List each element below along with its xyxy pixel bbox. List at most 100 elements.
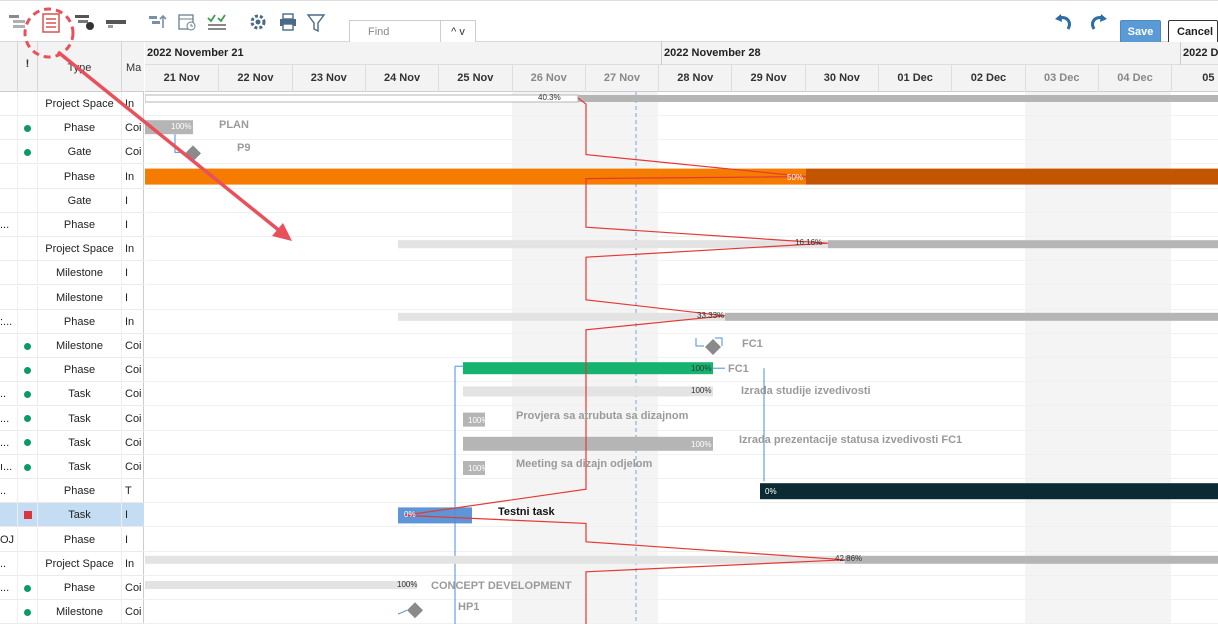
gear-icon[interactable]: [248, 12, 268, 32]
milestone-diamond-fc1[interactable]: [705, 339, 721, 355]
project-bar-3[interactable]: [145, 555, 845, 564]
status-late-icon: [23, 511, 32, 520]
grid-row[interactable]: Task I: [0, 503, 144, 528]
project-bar[interactable]: [145, 94, 579, 103]
grid-cell-maturity: Coi: [125, 606, 142, 619]
grid-cell-name: [0, 116, 18, 141]
bar-percent: 16.16%: [795, 238, 823, 248]
day-label: 24 Nov: [364, 65, 438, 92]
milestone-label-fc1: FC1: [742, 338, 763, 350]
grid-row[interactable]: ı... Task Coi: [0, 455, 144, 479]
status-complete-icon: [24, 439, 31, 447]
grid-row[interactable]: Phase In: [0, 164, 144, 189]
grid-cell-maturity: Coi: [125, 582, 142, 594]
filter-icon[interactable]: [306, 12, 326, 33]
gantt-chart-area[interactable]: 40.3% 100% PLAN P9 50% 16.16% 33.33% FC1 100% FC1…: [145, 92, 1218, 624]
phase-bar-3[interactable]: [398, 312, 725, 321]
grid-cell-maturity: In: [125, 170, 135, 183]
project-bar-2-remaining[interactable]: [828, 240, 1218, 249]
day-label: 23 Nov: [291, 65, 365, 92]
phase-bar-3-remaining[interactable]: [725, 312, 1218, 321]
grid-row[interactable]: Gate Coi: [0, 140, 144, 165]
grid-cell-status: [18, 261, 38, 286]
grid-row[interactable]: Milestone Coi: [0, 600, 144, 624]
grid-row[interactable]: Project Space In: [0, 237, 144, 262]
day-label: 03 Dec: [1024, 65, 1098, 92]
grid-header-flag[interactable]: !: [18, 42, 38, 92]
week-label: 2022 November 21: [147, 47, 244, 59]
bar-percent: 50%: [787, 172, 804, 182]
grid-row[interactable]: .. Project Space In: [0, 551, 144, 576]
grid-cell-name: [0, 188, 18, 213]
day-label: 05: [1171, 65, 1218, 92]
baseline-check-icon[interactable]: [206, 12, 226, 32]
grid-cell-maturity: Coi: [125, 436, 142, 449]
grid-row[interactable]: ... Task Coi: [0, 406, 144, 431]
grid-row[interactable]: Project Space In: [0, 92, 144, 116]
grid-cell-type: Milestone: [38, 285, 122, 310]
task-label-testni: Testni task: [498, 506, 555, 519]
timeline-weeks-header: 2022 November 21 2022 November 28 2022 D: [145, 42, 1218, 65]
phase-bar-concept[interactable]: [145, 581, 417, 589]
grid-cell-name: [0, 237, 18, 262]
status-complete-icon: [24, 390, 31, 398]
printer-icon[interactable]: [278, 12, 298, 32]
grid-header-maturity[interactable]: Ma: [122, 42, 144, 92]
phase-bar-dark[interactable]: [760, 483, 1218, 500]
redo-icon[interactable]: [1087, 14, 1107, 34]
grid-row[interactable]: Phase Coi: [0, 116, 144, 141]
calendar-clock-icon[interactable]: [177, 12, 197, 32]
grid-row[interactable]: OJ Phase I: [0, 527, 144, 552]
grid-cell-type: Project Space: [38, 92, 122, 116]
grid-cell-maturity: I: [125, 194, 129, 207]
find-input[interactable]: [349, 20, 441, 44]
phase-bar-green[interactable]: [463, 362, 713, 375]
grid-cell-name: ..: [0, 551, 18, 576]
glasses-view-icon[interactable]: [74, 12, 94, 32]
grid-row[interactable]: ... Task Coi: [0, 430, 144, 455]
grid-row[interactable]: Milestone Coi: [0, 334, 144, 358]
phase-bar-orange-remaining[interactable]: [806, 168, 1218, 185]
grid-row[interactable]: ... Phase Coi: [0, 576, 144, 600]
day-label: 30 Nov: [804, 65, 878, 92]
day-label: 02 Dec: [951, 65, 1024, 92]
undo-icon[interactable]: [1053, 14, 1073, 34]
grid-row[interactable]: :... Phase In: [0, 309, 144, 334]
task-bar-prezentacija[interactable]: [463, 436, 713, 451]
grid-row[interactable]: ... Phase I: [0, 213, 144, 237]
gate-label-p9: P9: [237, 142, 251, 155]
project-bar-remaining[interactable]: [578, 95, 1218, 102]
bar-percent: 100%: [691, 386, 712, 396]
task-bar-izrada-studije[interactable]: [463, 386, 713, 397]
grid-header-type[interactable]: Type: [38, 42, 122, 92]
outdent-icon[interactable]: [7, 12, 27, 32]
grid-cell-status: [18, 116, 38, 141]
grid-cell-type: Task: [38, 503, 122, 528]
task-label: Meeting sa dizajn odjelom: [516, 458, 653, 470]
milestone-diamond-hp1[interactable]: [407, 602, 423, 619]
dependency-link: [174, 134, 185, 153]
grid-row[interactable]: .. Phase T: [0, 479, 144, 504]
grid-cell-status: [18, 213, 38, 237]
project-bar-3-remaining[interactable]: [845, 555, 1218, 564]
sort-icon[interactable]: [148, 12, 168, 32]
grid-cell-name: [0, 285, 18, 310]
grid-row[interactable]: Gate I: [0, 188, 144, 213]
critical-path-icon[interactable]: [105, 12, 126, 32]
task-list-icon[interactable]: [40, 12, 60, 33]
grid-row[interactable]: Milestone I: [0, 285, 144, 310]
phase-label-fc1: FC1: [728, 363, 749, 376]
grid-cell-status: [18, 406, 38, 431]
bar-percent: 0%: [404, 510, 416, 520]
week-label: 2022 November 28: [661, 42, 1180, 65]
grid-row[interactable]: .. Task Coi: [0, 382, 144, 407]
grid-cell-maturity: Coi: [125, 364, 142, 377]
grid-row[interactable]: Milestone I: [0, 261, 144, 286]
gate-diamond-p9[interactable]: [185, 145, 201, 162]
find-navigation[interactable]: ^ v: [441, 20, 476, 44]
grid-cell-type: Phase: [38, 309, 122, 334]
grid-row[interactable]: Phase Coi: [0, 358, 144, 383]
grid-cell-status: [18, 576, 38, 600]
grid-cell-type: Phase: [38, 527, 122, 552]
phase-bar-orange[interactable]: [145, 168, 806, 185]
